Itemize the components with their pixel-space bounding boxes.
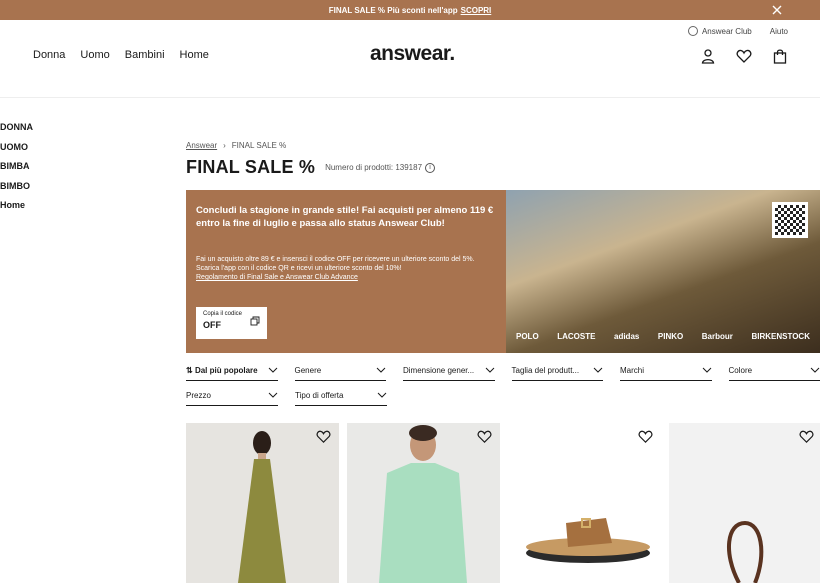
breadcrumb: Answear › FINAL SALE % [186, 141, 286, 150]
product-card[interactable] [347, 423, 500, 583]
close-icon[interactable] [770, 3, 784, 17]
site-header: Answear Club Aiuto Donna Uomo Bambini Ho… [0, 20, 820, 98]
heart-icon[interactable] [736, 48, 752, 64]
filter-label: Marchi [620, 366, 644, 375]
brand-adidas: adidas [614, 332, 639, 341]
product-card[interactable] [186, 423, 339, 583]
filter-genere[interactable]: Genere [295, 360, 387, 381]
utility-links: Answear Club Aiuto [688, 26, 788, 36]
promo-bar: FINAL SALE % Più sconti nell'app SCOPRI [0, 0, 820, 20]
brand-barbour: Barbour [702, 332, 733, 341]
filter-colore[interactable]: Colore [729, 360, 820, 381]
qr-code [772, 202, 808, 238]
site-logo[interactable]: answear. [370, 42, 455, 66]
club-icon [688, 26, 698, 36]
page-title: FINAL SALE % [186, 157, 315, 178]
copy-icon [250, 316, 260, 326]
banner-body: Fai un acquisto oltre 89 € e insensci il… [196, 255, 496, 275]
banner-image: POLO LACOSTE adidas PINKO Barbour BIRKEN… [506, 190, 820, 353]
heart-icon[interactable] [638, 429, 653, 444]
sidebar-item-donna[interactable]: DONNA [0, 122, 33, 142]
chevron-down-icon [376, 365, 386, 375]
product-image-shirt [347, 423, 500, 583]
chevron-down-icon [268, 365, 278, 375]
answear-club-link[interactable]: Answear Club [688, 26, 752, 36]
product-image-bag [669, 423, 820, 583]
sidebar-item-bimbo[interactable]: BIMBO [0, 181, 33, 201]
promo-cta-link[interactable]: SCOPRI [461, 6, 492, 15]
main-nav: Donna Uomo Bambini Home [33, 49, 209, 61]
filter-marchi[interactable]: Marchi [620, 360, 712, 381]
club-label: Answear Club [702, 27, 752, 36]
brand-birkenstock: BIRKENSTOCK [751, 332, 810, 341]
chevron-down-icon [593, 365, 603, 375]
promo-text: FINAL SALE % Più sconti nell'app [329, 6, 458, 15]
nav-home[interactable]: Home [180, 49, 209, 61]
filter-bar: ⇅ Dal più popolare Genere Dimensione gen… [186, 360, 820, 410]
product-count-text: Numero di prodotti: 139187 [325, 163, 422, 172]
sidebar-item-bimba[interactable]: BIMBA [0, 161, 33, 181]
chevron-down-icon [268, 390, 278, 400]
filter-label: Prezzo [186, 391, 211, 400]
chevron-down-icon [377, 390, 387, 400]
product-count: Numero di prodotti: 139187 i [325, 163, 435, 173]
heart-icon[interactable] [799, 429, 814, 444]
heart-icon[interactable] [477, 429, 492, 444]
info-icon[interactable]: i [425, 163, 435, 173]
product-card[interactable] [669, 423, 820, 583]
copy-code-button[interactable]: Copia il codice OFF [196, 307, 267, 339]
filter-dimensione[interactable]: Dimensione gener... [403, 360, 495, 381]
filter-tipo-offerta[interactable]: Tipo di offerta [295, 385, 387, 406]
nav-uomo[interactable]: Uomo [80, 49, 109, 61]
sort-label: ⇅ Dal più popolare [186, 366, 258, 375]
brand-logos: POLO LACOSTE adidas PINKO Barbour BIRKEN… [516, 332, 810, 341]
category-sidebar: DONNA UOMO BIMBA BIMBO Home [0, 122, 33, 220]
brand-polo: POLO [516, 332, 539, 341]
filter-label: Genere [295, 366, 322, 375]
nav-donna[interactable]: Donna [33, 49, 65, 61]
breadcrumb-current: FINAL SALE % [232, 141, 286, 150]
product-image-sandal [508, 423, 661, 583]
product-grid [186, 423, 820, 583]
chevron-down-icon [485, 365, 495, 375]
title-row: FINAL SALE % Numero di prodotti: 139187 … [186, 157, 435, 178]
brand-lacoste: LACOSTE [557, 332, 595, 341]
heart-icon[interactable] [316, 429, 331, 444]
banner-rules-link[interactable]: Regolamento di Final Sale e Answear Club… [196, 274, 496, 281]
filter-label: Colore [729, 366, 753, 375]
user-icon[interactable] [700, 48, 716, 64]
header-icons [700, 48, 788, 64]
filter-label: Dimensione gener... [403, 366, 474, 375]
filter-prezzo[interactable]: Prezzo [186, 385, 278, 406]
help-link[interactable]: Aiuto [770, 27, 788, 36]
chevron-down-icon [702, 365, 712, 375]
sidebar-item-uomo[interactable]: UOMO [0, 142, 33, 162]
breadcrumb-separator: › [223, 141, 226, 150]
banner-text-panel: Concludi la stagione in grande stile! Fa… [186, 190, 506, 353]
filter-taglia[interactable]: Taglia del produtt... [512, 360, 604, 381]
breadcrumb-home[interactable]: Answear [186, 141, 217, 150]
sidebar-item-home[interactable]: Home [0, 200, 33, 220]
filter-label: Taglia del produtt... [512, 366, 580, 375]
promo-banner[interactable]: Concludi la stagione in grande stile! Fa… [186, 190, 820, 353]
chevron-down-icon [810, 365, 820, 375]
product-card[interactable] [508, 423, 661, 583]
nav-bambini[interactable]: Bambini [125, 49, 165, 61]
sort-dropdown[interactable]: ⇅ Dal più popolare [186, 360, 278, 381]
brand-pinko: PINKO [658, 332, 683, 341]
banner-headline: Concludi la stagione in grande stile! Fa… [196, 204, 496, 231]
filter-label: Tipo di offerta [295, 391, 343, 400]
product-image-dress [186, 423, 339, 583]
cart-icon[interactable] [772, 48, 788, 64]
